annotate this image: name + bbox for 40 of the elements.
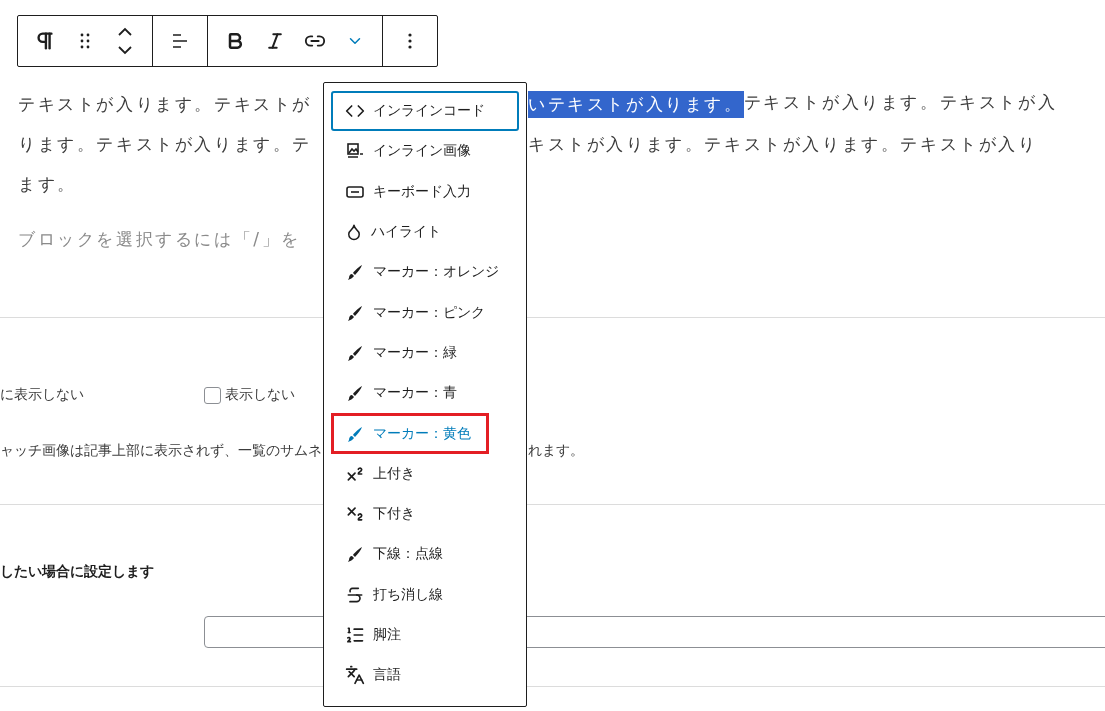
setting-label: に表示しない: [0, 386, 85, 404]
brush-icon: [345, 262, 365, 283]
selected-text: いテキストが入ります。: [528, 90, 744, 118]
menu-item[interactable]: マーカー：緑: [331, 332, 519, 374]
brush-icon: [345, 383, 365, 404]
droplet-icon: [345, 223, 363, 242]
menu-item[interactable]: インラインコード: [331, 91, 519, 132]
paragraph-text: ります。テキストが入ります。テ: [18, 132, 313, 156]
pilcrow-icon: [34, 30, 56, 52]
drag-handle-icon: [78, 31, 92, 51]
menu-item[interactable]: 脚注: [331, 614, 519, 656]
menu-item[interactable]: マーカー：黄色: [331, 413, 489, 454]
paragraph-text: ます。: [18, 172, 78, 196]
empty-block-input[interactable]: ブロックを選択するには「/」を: [18, 228, 301, 251]
menu-item[interactable]: ハイライト: [331, 211, 519, 253]
menu-item[interactable]: 打ち消し線: [331, 574, 519, 615]
menu-item[interactable]: インライン画像: [331, 131, 519, 172]
up-down-chevrons-icon: [116, 27, 134, 55]
menu-item[interactable]: 下線：点線: [331, 534, 519, 575]
checkbox-label: 表示しない: [225, 386, 295, 404]
menu-item[interactable]: キーボード入力: [331, 171, 519, 212]
align-left-icon: [170, 31, 190, 51]
setting-note: れます。: [528, 442, 585, 460]
menu-item[interactable]: 言語: [331, 655, 519, 696]
italic-icon: [265, 31, 285, 51]
more-options-icon: [408, 33, 412, 49]
paragraph-text: キストが入ります。テキストが入ります。テキストが入り: [528, 132, 1038, 156]
menu-item[interactable]: マーカー：青: [331, 373, 519, 414]
setting-note: ャッチ画像は記事上部に表示されず、一覧のサムネ: [0, 442, 323, 460]
menu-item[interactable]: マーカー：オレンジ: [331, 252, 519, 293]
checkbox[interactable]: [204, 386, 221, 404]
translate-icon: [345, 665, 365, 686]
menu-item[interactable]: マーカー：ピンク: [331, 292, 519, 333]
paragraph-text: テキストが入ります。テキストが入: [743, 90, 1058, 114]
brush-icon: [345, 544, 365, 565]
section-title: したい場合に設定します: [0, 563, 155, 581]
menu-item[interactable]: 上付き: [331, 453, 519, 494]
numbered-list-icon: [345, 625, 365, 645]
paragraph-text: テキストが入ります。テキストが: [18, 92, 313, 116]
menu-item[interactable]: 下付き: [331, 493, 519, 535]
